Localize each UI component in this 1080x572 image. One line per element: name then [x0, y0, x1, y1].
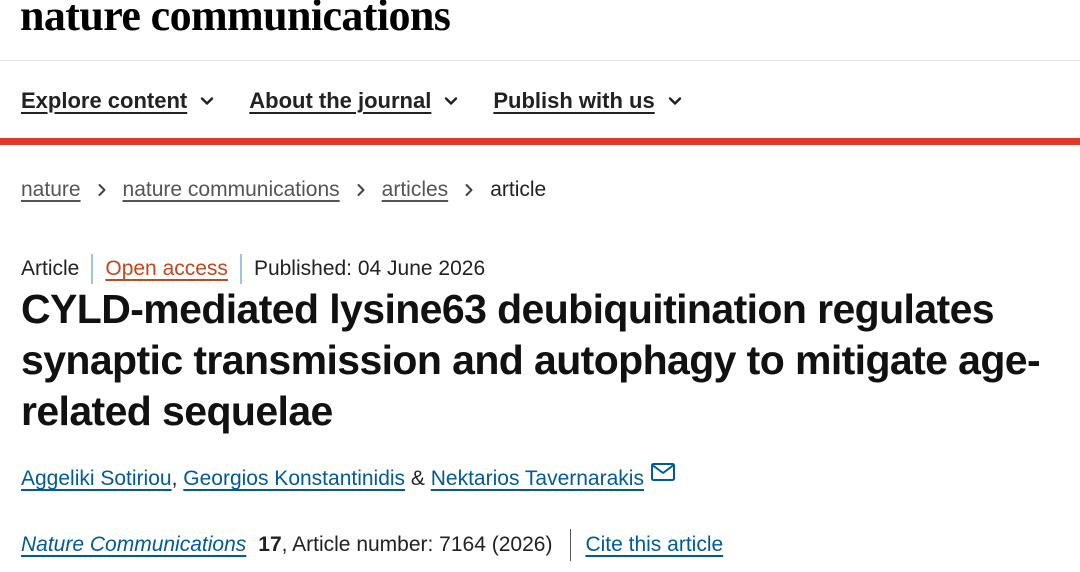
author-link[interactable]: Georgios Konstantinidis: [183, 467, 405, 491]
chevron-right-icon: [357, 184, 365, 196]
main-nav: Explore content About the journal Publis…: [21, 84, 717, 118]
chevron-right-icon: [465, 184, 473, 196]
volume-number: 17: [258, 533, 282, 556]
chevron-right-icon: [98, 184, 106, 196]
breadcrumb-current: article: [490, 178, 547, 201]
meta-divider: [91, 254, 94, 284]
article-type: Article: [21, 257, 80, 280]
article-number: , Article number: 7164 (2026): [281, 533, 553, 556]
mail-icon[interactable]: [650, 462, 676, 482]
open-access-link[interactable]: Open access: [105, 257, 228, 281]
chevron-down-icon: [445, 97, 458, 105]
breadcrumb: nature nature communications articles ar…: [21, 175, 546, 205]
author-separator: ,: [171, 467, 184, 490]
breadcrumb-nature[interactable]: nature: [21, 178, 81, 202]
author-separator: &: [405, 467, 431, 490]
breadcrumb-articles[interactable]: articles: [382, 178, 449, 202]
cite-this-article-link[interactable]: Cite this article: [585, 533, 723, 557]
author-link[interactable]: Aggeliki Sotiriou: [21, 467, 172, 491]
author-list: Aggeliki Sotiriou , Georgios Konstantini…: [21, 462, 676, 494]
citation-line: Nature Communications 17 , Article numbe…: [21, 528, 723, 562]
nav-item-label: About the journal: [249, 88, 432, 113]
nav-item-label: Publish with us: [493, 88, 655, 113]
article-title: CYLD-mediated lysine63 deubiquitination …: [21, 286, 1041, 434]
breadcrumb-nature-communications[interactable]: nature communications: [123, 178, 340, 202]
site-logo[interactable]: nature communications: [20, 0, 451, 46]
nav-about-the-journal[interactable]: About the journal: [249, 88, 459, 114]
nav-explore-content[interactable]: Explore content: [21, 88, 215, 114]
author-link[interactable]: Nektarios Tavernarakis: [431, 467, 644, 491]
nav-publish-with-us[interactable]: Publish with us: [493, 88, 682, 114]
journal-link[interactable]: Nature Communications: [21, 533, 246, 557]
chevron-down-icon: [668, 97, 681, 105]
article-meta: Article Open access Published: 04 June 2…: [21, 254, 485, 284]
published-date: Published: 04 June 2026: [253, 257, 486, 280]
meta-divider: [239, 254, 242, 284]
citation-divider: [570, 529, 572, 561]
accent-bar: [0, 138, 1080, 145]
header-divider: [0, 60, 1080, 61]
chevron-down-icon: [201, 97, 214, 105]
nav-item-label: Explore content: [21, 88, 188, 113]
